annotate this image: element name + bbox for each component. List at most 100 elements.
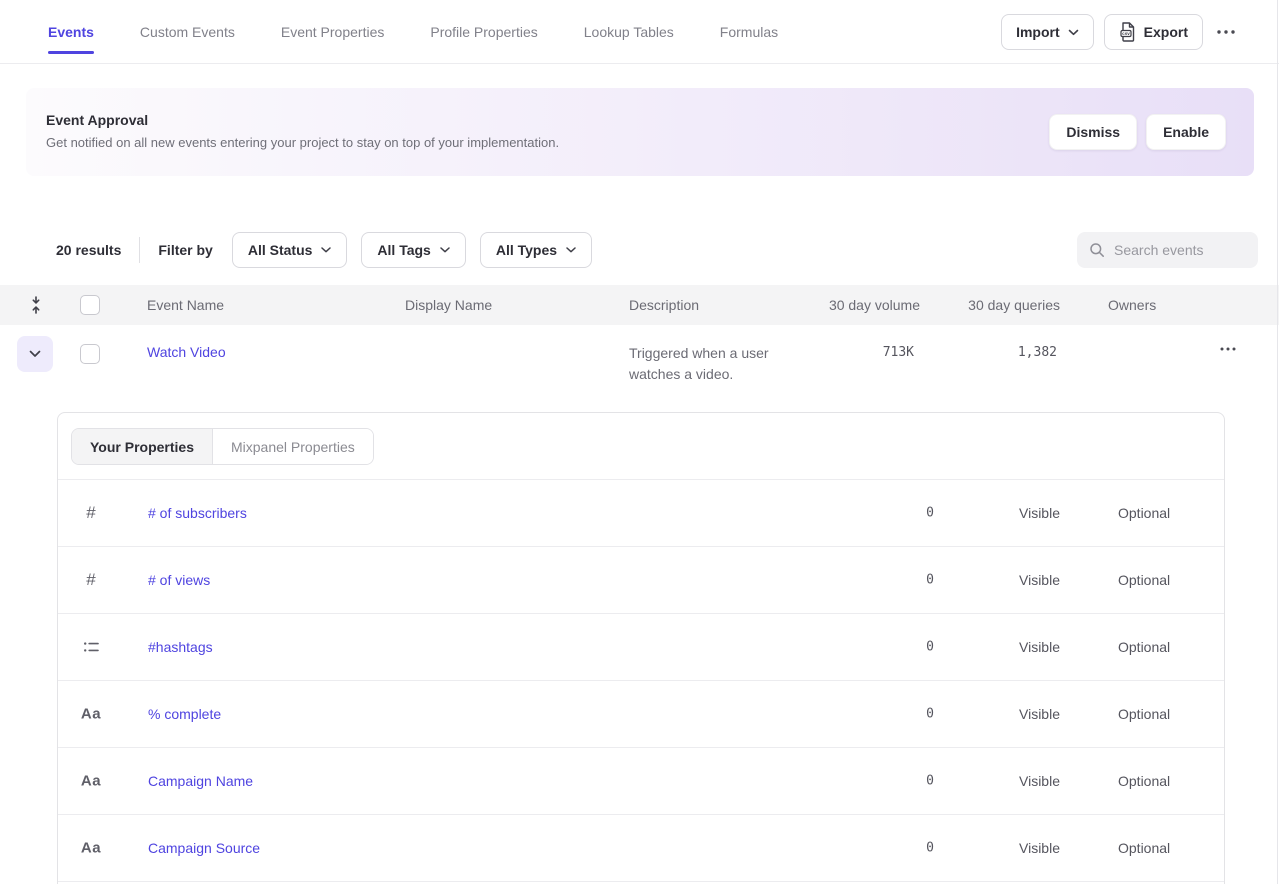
- lexicon-page: Events Custom Events Event Properties Pr…: [0, 0, 1279, 884]
- top-nav: Events Custom Events Event Properties Pr…: [0, 0, 1279, 64]
- tab-custom-events-label: Custom Events: [140, 24, 235, 40]
- tab-events-label: Events: [48, 24, 94, 40]
- tab-event-properties-label: Event Properties: [281, 24, 385, 40]
- property-name-link[interactable]: % complete: [148, 706, 221, 722]
- tab-lookup-tables-label: Lookup Tables: [584, 24, 674, 40]
- property-queries-value: 0: [834, 573, 934, 588]
- results-count: 20 results: [56, 242, 121, 258]
- property-visibility: Visible: [1019, 639, 1060, 655]
- export-button-label: Export: [1144, 24, 1188, 40]
- property-queries-value: 0: [834, 774, 934, 789]
- list-type-icon: [78, 639, 104, 655]
- property-name-link[interactable]: # of views: [148, 572, 210, 588]
- event-approval-banner: Event Approval Get notified on all new e…: [26, 88, 1254, 176]
- event-description: Triggered when a user watches a video.: [629, 343, 791, 385]
- event-volume-value: 713K: [790, 345, 914, 360]
- property-visibility: Visible: [1019, 505, 1060, 521]
- filter-bar: 20 results Filter by All Status All Tags…: [56, 232, 1258, 268]
- select-all-checkbox[interactable]: [80, 295, 100, 315]
- collapse-all-button[interactable]: [26, 295, 46, 315]
- chevron-down-icon: [29, 350, 41, 358]
- property-visibility: Visible: [1019, 706, 1060, 722]
- property-name-link[interactable]: Campaign Source: [148, 840, 260, 856]
- banner-subtitle: Get notified on all new events entering …: [46, 135, 559, 150]
- property-requirement: Optional: [1118, 773, 1170, 789]
- column-header-owners: Owners: [1108, 285, 1156, 325]
- tab-custom-events[interactable]: Custom Events: [140, 0, 235, 64]
- property-queries-value: 0: [834, 640, 934, 655]
- number-type-icon: #: [78, 503, 104, 523]
- window-right-edge: [1277, 0, 1278, 884]
- import-button[interactable]: Import: [1001, 14, 1094, 50]
- tab-your-properties[interactable]: Your Properties: [72, 429, 213, 464]
- event-name-link[interactable]: Watch Video: [147, 344, 226, 360]
- text-type-icon: Aa: [78, 773, 104, 790]
- banner-actions: Dismiss Enable: [1049, 114, 1226, 150]
- event-queries-value: 1,382: [930, 345, 1057, 360]
- property-row: Aa Campaign Source 0 Visible Optional: [58, 815, 1224, 882]
- column-header-description: Description: [629, 285, 699, 325]
- event-properties-panel: Your Properties Mixpanel Properties # # …: [57, 412, 1225, 884]
- export-button[interactable]: csv Export: [1104, 14, 1203, 50]
- types-filter-label: All Types: [496, 242, 557, 258]
- svg-text:csv: csv: [1122, 31, 1130, 36]
- dismiss-button[interactable]: Dismiss: [1049, 114, 1137, 150]
- nav-actions: Import csv Export: [1001, 14, 1239, 50]
- collapse-rows-icon: [28, 296, 44, 314]
- property-visibility: Visible: [1019, 840, 1060, 856]
- tags-filter-dropdown[interactable]: All Tags: [361, 232, 465, 268]
- property-queries-value: 0: [834, 707, 934, 722]
- number-type-icon: #: [78, 570, 104, 590]
- property-row: # # of views 0 Visible Optional: [58, 547, 1224, 614]
- property-requirement: Optional: [1118, 572, 1170, 588]
- banner-title: Event Approval: [46, 112, 148, 128]
- status-filter-dropdown[interactable]: All Status: [232, 232, 348, 268]
- tab-events[interactable]: Events: [48, 0, 94, 64]
- tab-event-properties[interactable]: Event Properties: [281, 0, 385, 64]
- property-requirement: Optional: [1118, 840, 1170, 856]
- types-filter-dropdown[interactable]: All Types: [480, 232, 592, 268]
- properties-tab-bar: Your Properties Mixpanel Properties: [58, 413, 1224, 480]
- tab-formulas[interactable]: Formulas: [720, 0, 778, 64]
- more-actions-button[interactable]: [1213, 14, 1239, 50]
- property-queries-value: 0: [834, 841, 934, 856]
- property-visibility: Visible: [1019, 572, 1060, 588]
- ellipsis-icon: [1217, 30, 1235, 34]
- tab-lookup-tables[interactable]: Lookup Tables: [584, 0, 674, 64]
- property-name-link[interactable]: Campaign Name: [148, 773, 253, 789]
- property-visibility: Visible: [1019, 773, 1060, 789]
- property-name-link[interactable]: #hashtags: [148, 639, 213, 655]
- row-checkbox[interactable]: [80, 344, 100, 364]
- column-header-display-name: Display Name: [405, 285, 492, 325]
- property-row: Aa % complete 0 Visible Optional: [58, 681, 1224, 748]
- property-queries-value: 0: [834, 506, 934, 521]
- tab-profile-properties[interactable]: Profile Properties: [430, 0, 537, 64]
- properties-segmented-control: Your Properties Mixpanel Properties: [71, 428, 374, 465]
- search-input[interactable]: [1114, 242, 1246, 258]
- enable-button[interactable]: Enable: [1146, 114, 1226, 150]
- text-type-icon: Aa: [78, 706, 104, 723]
- property-row: #hashtags 0 Visible Optional: [58, 614, 1224, 681]
- property-requirement: Optional: [1118, 706, 1170, 722]
- column-header-queries: 30 day queries: [930, 285, 1060, 325]
- property-name-link[interactable]: # of subscribers: [148, 505, 247, 521]
- ellipsis-icon: [1220, 347, 1236, 351]
- nav-tab-bar: Events Custom Events Event Properties Pr…: [48, 0, 778, 64]
- events-table-header: Event Name Display Name Description 30 d…: [0, 285, 1279, 325]
- tab-formulas-label: Formulas: [720, 24, 778, 40]
- table-row-watch-video: Watch Video Triggered when a user watche…: [0, 325, 1279, 410]
- property-requirement: Optional: [1118, 505, 1170, 521]
- collapse-row-button[interactable]: [17, 336, 53, 372]
- active-tab-underline: [48, 51, 94, 54]
- chevron-down-icon: [566, 247, 576, 253]
- filter-by-label: Filter by: [158, 242, 212, 258]
- search-icon: [1089, 242, 1105, 258]
- status-filter-label: All Status: [248, 242, 313, 258]
- chevron-down-icon: [321, 247, 331, 253]
- tags-filter-label: All Tags: [377, 242, 430, 258]
- chevron-down-icon: [1068, 29, 1079, 36]
- row-menu-button[interactable]: [1213, 334, 1243, 364]
- tab-mixpanel-properties[interactable]: Mixpanel Properties: [213, 429, 373, 464]
- csv-file-icon: csv: [1119, 22, 1136, 42]
- column-header-event-name: Event Name: [147, 285, 224, 325]
